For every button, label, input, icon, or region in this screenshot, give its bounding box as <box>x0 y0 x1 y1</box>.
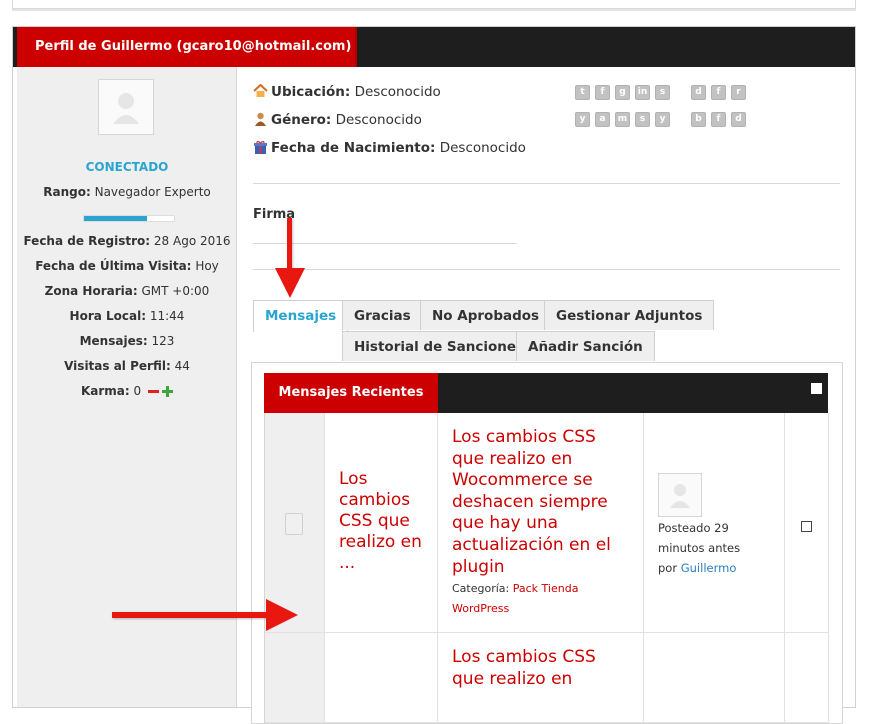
status-online: CONECTADO <box>85 160 169 174</box>
friendfeed-icon[interactable]: f <box>711 85 726 100</box>
karma-plus-icon[interactable] <box>162 386 173 397</box>
post-meta-cell: Posteado 29 minutos antes por Guillermo <box>644 413 785 633</box>
tab-historial-sanciones[interactable]: Historial de Sanciones <box>342 331 537 361</box>
post-title-link[interactable]: Los cambios CSS que realizo en <box>452 647 622 690</box>
post-title-link[interactable]: Los cambios CSS que realizo en Wocommerc… <box>452 427 622 578</box>
recent-posts-table: Los cambios CSS que realizo en ... Los c… <box>264 413 829 723</box>
stat-registration-date: Fecha de Registro: 28 Ago 2016 <box>23 234 231 248</box>
settings-icon[interactable]: s <box>635 112 650 127</box>
post-title-cell: Los cambios CSS que realizo en <box>438 633 644 723</box>
author-link[interactable]: Guillermo <box>681 561 737 575</box>
flickr-icon[interactable]: f <box>711 112 726 127</box>
post-short-title[interactable]: Los cambios CSS que realizo en ... <box>339 469 429 574</box>
stat-local-time: Hora Local: 11:44 <box>69 309 185 323</box>
arrow-shaft <box>112 612 272 618</box>
info-gender: Género: Desconocido <box>253 112 422 128</box>
stat-last-visit: Fecha de Última Visita: Hoy <box>35 259 219 273</box>
profile-panel: Perfil de Guillermo (gcaro10@hotmail.com… <box>12 26 856 724</box>
info-location: Ubicación: Desconocido <box>253 84 441 100</box>
signature-underline <box>253 243 517 244</box>
rss-icon[interactable]: r <box>731 85 746 100</box>
tab-gracias[interactable]: Gracias <box>342 300 423 330</box>
recent-posts-title: Mensajes Recientes <box>264 373 438 413</box>
rank-row: Rango: Navegador Experto <box>43 185 211 199</box>
yahoo-icon[interactable]: y <box>575 112 590 127</box>
select-all-checkbox[interactable] <box>811 383 822 394</box>
post-meta: Posteado 29 minutos antes por Guillermo <box>658 521 741 575</box>
post-category: Categoría: Pack Tienda WordPress <box>452 582 579 615</box>
post-meta-cell <box>644 633 785 723</box>
post-select-checkbox[interactable] <box>801 521 812 532</box>
tab-anadir-sancion[interactable]: Añadir Sanción <box>516 331 655 361</box>
rank-progress-fill <box>84 216 147 221</box>
arrow-annotation <box>275 268 305 298</box>
post-short-title-cell: Los cambios CSS que realizo en ... <box>325 413 438 633</box>
post-short-title-cell <box>325 633 438 723</box>
tab-no-aprobados[interactable]: No Aprobados <box>420 300 552 330</box>
profile-sidebar: CONECTADO Rango: Navegador Experto Fecha… <box>17 67 237 707</box>
home-icon <box>253 84 268 97</box>
document-icon <box>285 513 303 535</box>
avatar-placeholder-icon <box>99 80 153 134</box>
stat-messages: Mensajes: 123 <box>79 334 175 348</box>
info-birthdate: Fecha de Nacimiento: Desconocido <box>253 140 526 156</box>
google-icon[interactable]: g <box>615 85 630 100</box>
post-checkbox-cell <box>785 633 829 723</box>
post-icon-cell <box>265 633 325 723</box>
stat-karma: Karma: 0 <box>17 384 237 398</box>
recent-posts-header: Mensajes Recientes <box>264 373 828 413</box>
linkedin-icon[interactable]: in <box>635 85 650 100</box>
digg-icon[interactable]: d <box>731 112 746 127</box>
avatar-placeholder-icon <box>659 474 701 516</box>
avatar <box>98 79 154 135</box>
aim-icon[interactable]: a <box>595 112 610 127</box>
stat-timezone: Zona Horaria: GMT +0:00 <box>44 284 210 298</box>
user-gender-icon <box>255 112 266 126</box>
tab-mensajes[interactable]: Mensajes <box>253 300 349 332</box>
delicious-icon[interactable]: d <box>691 85 706 100</box>
post-title-cell: Los cambios CSS que realizo en Wocommerc… <box>438 413 644 633</box>
karma-minus-icon[interactable] <box>148 390 159 393</box>
gift-icon <box>254 140 267 154</box>
recent-posts-panel: Mensajes Recientes Los cambios CSS que r… <box>251 362 843 724</box>
previous-panel-edge <box>12 0 856 9</box>
yim-icon[interactable]: y <box>655 112 670 127</box>
rank-progress-bar <box>83 215 175 222</box>
msn-icon[interactable]: m <box>615 112 630 127</box>
facebook-icon[interactable]: f <box>595 85 610 100</box>
author-avatar <box>658 473 702 517</box>
profile-header-title: Perfil de Guillermo (gcaro10@hotmail.com… <box>17 27 357 67</box>
twitter-icon[interactable]: t <box>575 85 590 100</box>
divider-info <box>253 183 840 184</box>
profile-header: Perfil de Guillermo (gcaro10@hotmail.com… <box>13 27 855 67</box>
post-checkbox-cell <box>785 413 829 633</box>
tab-gestionar-adjuntos[interactable]: Gestionar Adjuntos <box>544 300 715 330</box>
stat-profile-visits: Visitas al Perfil: 44 <box>64 359 190 373</box>
arrow-annotation <box>266 599 298 631</box>
arrow-shaft <box>287 218 292 274</box>
skype-icon[interactable]: s <box>655 85 670 100</box>
blogger-icon[interactable]: b <box>691 112 706 127</box>
divider-signature <box>253 269 840 270</box>
